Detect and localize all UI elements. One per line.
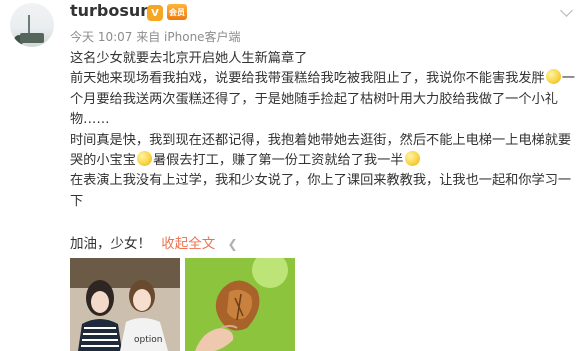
post-line: 这名少女就要去北京开启她人生新篇章了	[70, 51, 308, 66]
post-paragraph: 时间真是快，我到现在还都记得，我抱着她带她去逛街，然后不能上电梯一上电梯就要哭的…	[70, 131, 580, 172]
shirt-text: option	[134, 335, 162, 345]
smile-emoji-icon	[545, 69, 561, 85]
smile-emoji-icon	[136, 151, 152, 167]
leaf-gift-photo	[185, 258, 295, 351]
verified-badge-icon: V	[147, 5, 163, 21]
username[interactable]: turbosun	[70, 1, 152, 20]
chevron-down-icon[interactable]	[560, 4, 573, 17]
post-paragraph: 在表演上我没有上过学，我和少女说了，你上了课回来教教我，让我也一起和你学习一下	[70, 173, 572, 209]
post-body: 这名少女就要去北京开启她人生新篇章了 前天她来现场看我拍戏，说要给我带蛋糕给我吃…	[70, 49, 580, 212]
post-time: 今天 10:07	[70, 30, 133, 44]
post-source: 来自 iPhone客户端	[136, 30, 241, 44]
smile-emoji-icon	[404, 151, 420, 167]
post-photo-2[interactable]	[185, 258, 295, 351]
post-actions: 加油，少女！ 收起全文 ❮	[70, 232, 238, 252]
collapse-button[interactable]: 收起全文	[161, 236, 215, 252]
post-meta: 今天 10:07 来自 iPhone客户端	[70, 28, 241, 45]
post-paragraph: 前天她来现场看我拍戏，说要给我带蛋糕给我吃被我阻止了，我说你不能害我发胖 一个月要…	[70, 69, 580, 130]
post-photo-1[interactable]: option	[70, 258, 180, 351]
member-badge-icon: 会员	[167, 4, 187, 20]
post-text: 前天她来现场看我拍戏，说要给我带蛋糕给我吃被我阻止了，我说你不能害我发胖	[70, 71, 545, 87]
cheer-text: 加油，少女！	[70, 236, 151, 252]
chevron-up-icon[interactable]: ❮	[228, 237, 238, 251]
two-women-photo: option	[70, 258, 180, 351]
avatar[interactable]	[10, 3, 54, 47]
post-text: 暑假去打工，赚了第一份工资就给了我一半	[152, 153, 404, 169]
avatar-building	[20, 33, 44, 43]
